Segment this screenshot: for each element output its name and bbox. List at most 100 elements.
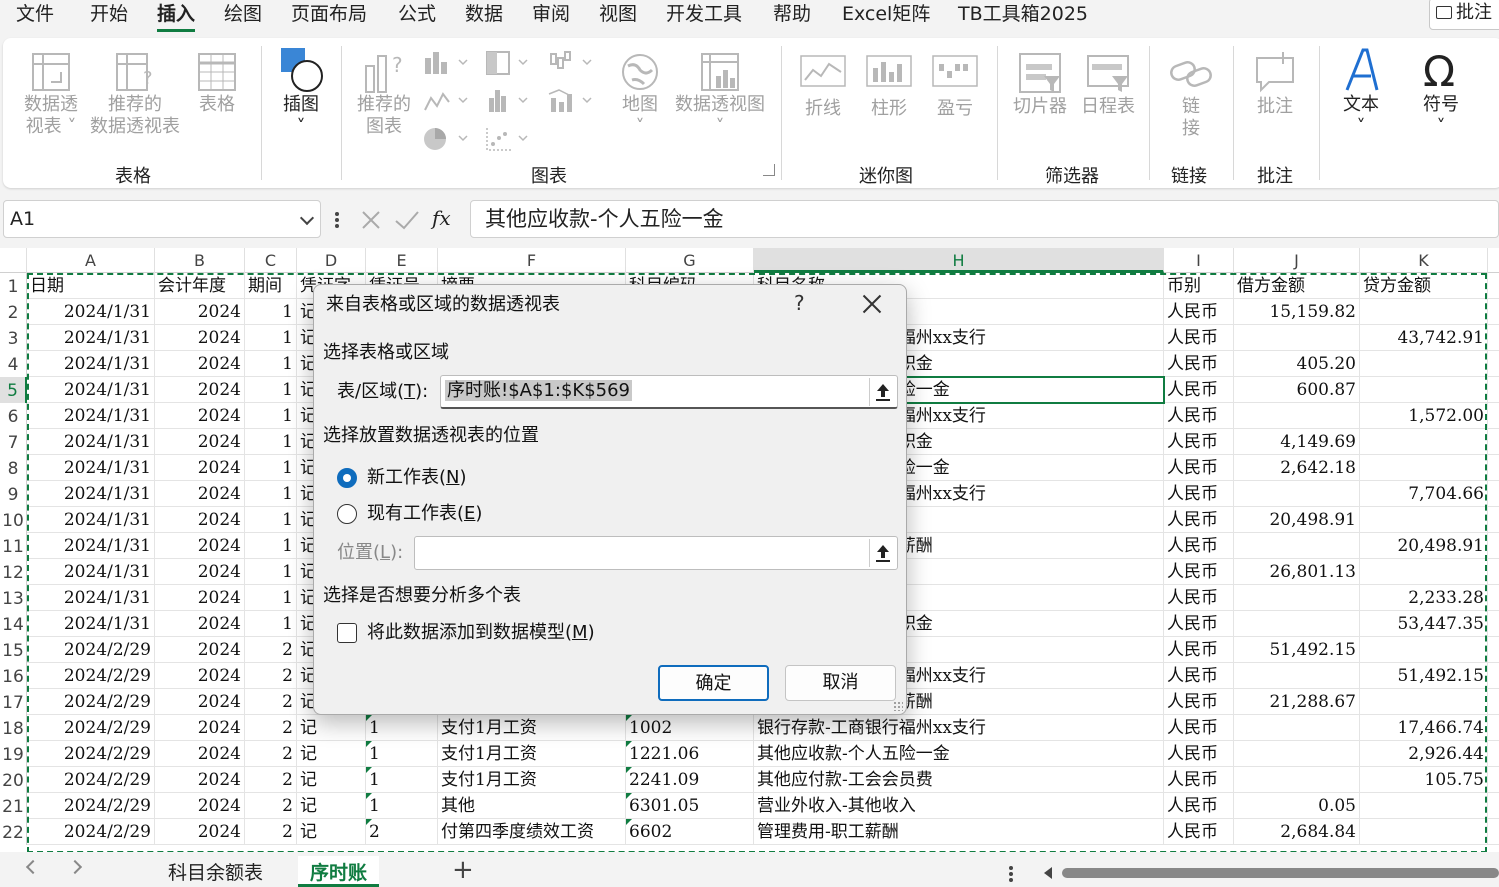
- tab-data[interactable]: 数据: [465, 2, 503, 26]
- timeline-button[interactable]: 日程表: [1077, 50, 1139, 118]
- cell-c14[interactable]: 1: [245, 611, 297, 637]
- cell-d19[interactable]: 记: [297, 741, 366, 767]
- cell-c13[interactable]: 1: [245, 585, 297, 611]
- cell-e19[interactable]: 1: [366, 741, 438, 767]
- cell-a16[interactable]: 2024/2/29: [27, 663, 155, 689]
- cell-k7[interactable]: [1360, 429, 1488, 455]
- cell-j5[interactable]: 600.87: [1234, 377, 1360, 403]
- cell-a7[interactable]: 2024/1/31: [27, 429, 155, 455]
- cell-j22[interactable]: 2,684.84: [1234, 819, 1360, 845]
- cell-a19[interactable]: 2024/2/29: [27, 741, 155, 767]
- text-button[interactable]: 文本 ˅: [1333, 46, 1389, 138]
- tab-developer[interactable]: 开发工具: [666, 2, 742, 26]
- ok-button[interactable]: 确定: [658, 665, 769, 701]
- collapse-range-button[interactable]: [869, 378, 895, 406]
- column-header-e[interactable]: E: [366, 248, 438, 273]
- cell-b18[interactable]: 2024: [155, 715, 245, 741]
- data-model-checkbox[interactable]: [337, 623, 357, 643]
- cell-j7[interactable]: 4,149.69: [1234, 429, 1360, 455]
- cell-a17[interactable]: 2024/2/29: [27, 689, 155, 715]
- cell-b3[interactable]: 2024: [155, 325, 245, 351]
- tab-review[interactable]: 审阅: [532, 2, 570, 26]
- cell-b1[interactable]: 会计年度: [155, 273, 245, 299]
- cell-k16[interactable]: 51,492.15: [1360, 663, 1488, 689]
- new-comment-button[interactable]: 批注: [1247, 50, 1303, 118]
- column-header-g[interactable]: G: [626, 248, 754, 273]
- cell-c4[interactable]: 1: [245, 351, 297, 377]
- cell-c9[interactable]: 1: [245, 481, 297, 507]
- row-header[interactable]: 3: [0, 325, 27, 351]
- cell-h18[interactable]: 银行存款-工商银行福州xx支行: [754, 715, 1164, 741]
- sparkline-line-button[interactable]: 折线: [797, 52, 849, 120]
- cell-c15[interactable]: 2: [245, 637, 297, 663]
- scroll-left-icon[interactable]: [1042, 866, 1054, 880]
- cell-b10[interactable]: 2024: [155, 507, 245, 533]
- sheet-tab-balance[interactable]: 科目余额表: [156, 856, 275, 887]
- cell-j6[interactable]: [1234, 403, 1360, 429]
- row-header[interactable]: 20: [0, 767, 27, 793]
- row-header[interactable]: 13: [0, 585, 27, 611]
- cell-b4[interactable]: 2024: [155, 351, 245, 377]
- cell-d18[interactable]: 记: [297, 715, 366, 741]
- tab-draw[interactable]: 绘图: [224, 2, 262, 26]
- existing-worksheet-radio[interactable]: [337, 504, 357, 524]
- cell-c21[interactable]: 2: [245, 793, 297, 819]
- enter-icon[interactable]: [394, 209, 420, 231]
- tab-file[interactable]: 文件: [16, 2, 54, 26]
- cell-k21[interactable]: [1360, 793, 1488, 819]
- cell-e20[interactable]: 1: [366, 767, 438, 793]
- cell-b7[interactable]: 2024: [155, 429, 245, 455]
- more-options-icon[interactable]: [334, 212, 340, 228]
- combo-chart-icon[interactable]: [547, 88, 595, 114]
- cell-h22[interactable]: 管理费用-职工薪酬: [754, 819, 1164, 845]
- cell-i4[interactable]: 人民币: [1164, 351, 1234, 377]
- cell-k12[interactable]: [1360, 559, 1488, 585]
- cell-g20[interactable]: 2241.09: [626, 767, 754, 793]
- cell-i19[interactable]: 人民币: [1164, 741, 1234, 767]
- cell-k17[interactable]: [1360, 689, 1488, 715]
- column-header-a[interactable]: A: [27, 248, 155, 273]
- cell-a21[interactable]: 2024/2/29: [27, 793, 155, 819]
- cell-a10[interactable]: 2024/1/31: [27, 507, 155, 533]
- tab-home[interactable]: 开始: [90, 2, 128, 26]
- cell-a3[interactable]: 2024/1/31: [27, 325, 155, 351]
- cell-e22[interactable]: 2: [366, 819, 438, 845]
- column-header-k[interactable]: K: [1360, 248, 1488, 273]
- row-header[interactable]: 6: [0, 403, 27, 429]
- cell-d21[interactable]: 记: [297, 793, 366, 819]
- cell-b15[interactable]: 2024: [155, 637, 245, 663]
- tab-tb-toolbox[interactable]: TB工具箱2025: [958, 2, 1088, 26]
- cell-i7[interactable]: 人民币: [1164, 429, 1234, 455]
- cell-i5[interactable]: 人民币: [1164, 377, 1234, 403]
- charts-dialog-launcher[interactable]: [761, 164, 775, 180]
- tab-formulas[interactable]: 公式: [398, 2, 436, 26]
- tab-help[interactable]: 帮助: [773, 2, 811, 26]
- cell-i12[interactable]: 人民币: [1164, 559, 1234, 585]
- cell-b5[interactable]: 2024: [155, 377, 245, 403]
- cell-k20[interactable]: 105.75: [1360, 767, 1488, 793]
- row-header[interactable]: 18: [0, 715, 27, 741]
- cell-k11[interactable]: 20,498.91: [1360, 533, 1488, 559]
- column-header-b[interactable]: B: [155, 248, 245, 273]
- cell-c11[interactable]: 1: [245, 533, 297, 559]
- table-button[interactable]: 表格: [191, 50, 243, 116]
- cell-c3[interactable]: 1: [245, 325, 297, 351]
- cell-i22[interactable]: 人民币: [1164, 819, 1234, 845]
- cell-c5[interactable]: 1: [245, 377, 297, 403]
- row-header[interactable]: 9: [0, 481, 27, 507]
- cell-a9[interactable]: 2024/1/31: [27, 481, 155, 507]
- pivot-table-button[interactable]: 数据透 视表 ˅: [21, 50, 81, 138]
- cell-f20[interactable]: 支付1月工资: [438, 767, 626, 793]
- column-header-i[interactable]: I: [1164, 248, 1234, 273]
- cell-k2[interactable]: [1360, 299, 1488, 325]
- cell-a20[interactable]: 2024/2/29: [27, 767, 155, 793]
- cell-j15[interactable]: 51,492.15: [1234, 637, 1360, 663]
- slicer-button[interactable]: 切片器: [1009, 50, 1071, 118]
- maps-button[interactable]: 地图 ˅: [615, 50, 665, 138]
- cell-b11[interactable]: 2024: [155, 533, 245, 559]
- cell-k3[interactable]: 43,742.91: [1360, 325, 1488, 351]
- sparkline-winloss-button[interactable]: 盈亏: [929, 52, 981, 120]
- row-header[interactable]: 22: [0, 819, 27, 845]
- cell-j11[interactable]: [1234, 533, 1360, 559]
- row-header[interactable]: 17: [0, 689, 27, 715]
